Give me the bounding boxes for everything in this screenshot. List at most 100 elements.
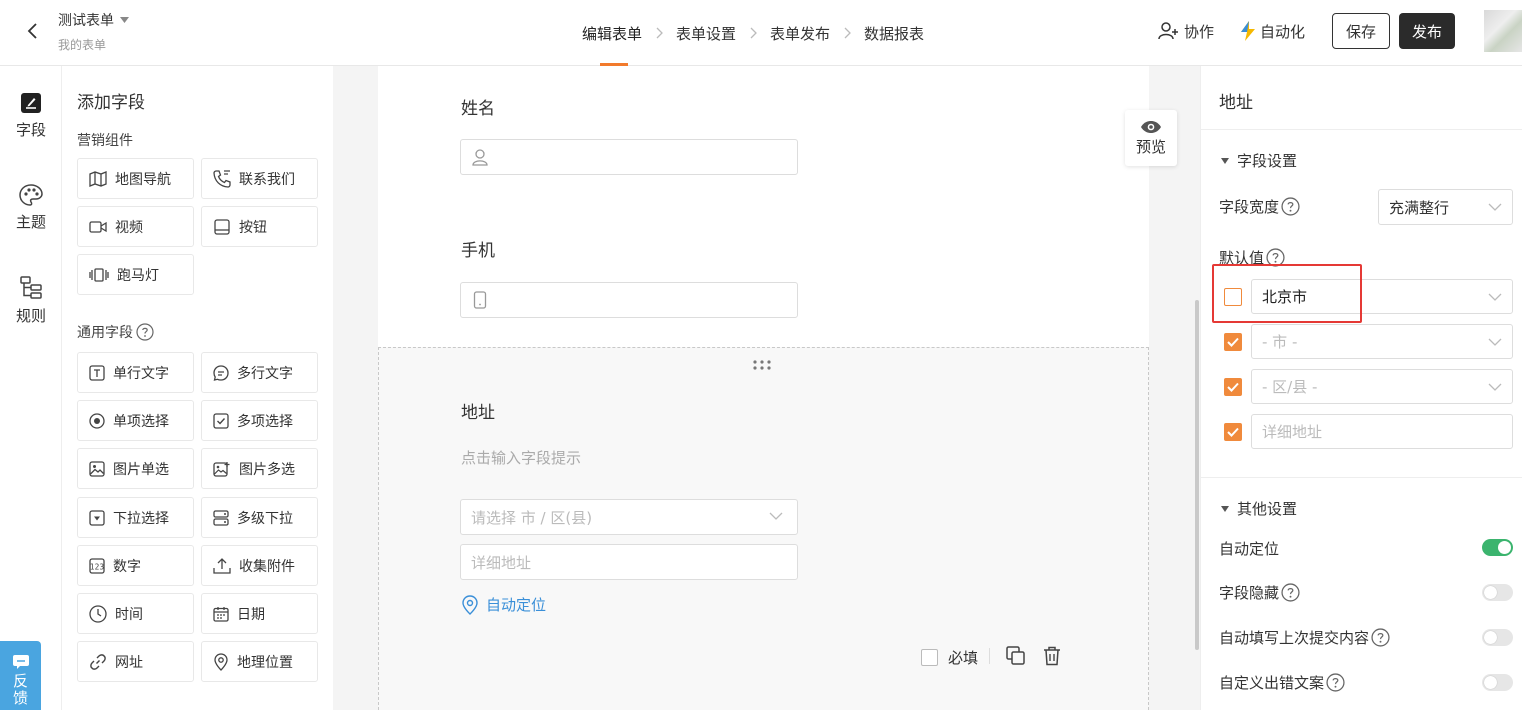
field-time[interactable]: 时间 bbox=[77, 593, 194, 634]
field-cascade-dropdown[interactable]: 多级下拉 bbox=[201, 497, 318, 538]
copy-icon[interactable] bbox=[1006, 646, 1026, 666]
help-icon[interactable] bbox=[1281, 583, 1300, 602]
drag-handle-icon[interactable] bbox=[753, 360, 771, 370]
field-location[interactable]: 地理位置 bbox=[201, 641, 318, 682]
message-icon bbox=[12, 655, 29, 669]
form-sheet: 姓名 手机 地址 点击输入字段提示 请选择 市 / 区(县) 详细地址 自动定位 bbox=[378, 66, 1177, 710]
field-width-select[interactable]: 充满整行 bbox=[1378, 189, 1513, 225]
palette-icon bbox=[19, 184, 43, 206]
field-single-line-text[interactable]: 单行文字 bbox=[77, 352, 194, 393]
auto-locate-link[interactable]: 自动定位 bbox=[461, 594, 546, 615]
help-icon[interactable] bbox=[1326, 673, 1345, 692]
custom-error-toggle[interactable] bbox=[1482, 674, 1513, 691]
tab-data-report[interactable]: 数据报表 bbox=[864, 0, 924, 66]
field-marquee[interactable]: 跑马灯 bbox=[77, 254, 194, 295]
field-width-text: 字段宽度 bbox=[1219, 198, 1280, 216]
hierarchy-icon bbox=[20, 276, 42, 300]
other-settings-section[interactable]: 其他设置 bbox=[1221, 498, 1297, 519]
trash-icon[interactable] bbox=[1043, 646, 1061, 666]
field-image-single[interactable]: 图片单选 bbox=[77, 448, 194, 489]
field-url[interactable]: 网址 bbox=[77, 641, 194, 682]
autofill-toggle[interactable] bbox=[1482, 629, 1513, 646]
help-icon[interactable] bbox=[1371, 628, 1390, 647]
field-button[interactable]: 按钮 bbox=[201, 206, 318, 247]
default-detail-input[interactable]: 详细地址 bbox=[1251, 414, 1513, 449]
toggle-label-autofill: 自动填写上次提交内容 bbox=[1219, 627, 1390, 648]
field-attachment[interactable]: 收集附件 bbox=[201, 545, 318, 586]
form-title-text: 测试表单 bbox=[58, 13, 114, 29]
rail-label-theme: 主题 bbox=[15, 213, 46, 231]
highlight-annotation-box bbox=[1212, 264, 1362, 323]
video-icon bbox=[89, 220, 107, 234]
phone-input[interactable] bbox=[460, 282, 798, 318]
default-city-checkbox[interactable] bbox=[1224, 333, 1242, 351]
address-detail-input[interactable]: 详细地址 bbox=[460, 544, 798, 580]
default-city-select[interactable]: - 市 - bbox=[1251, 324, 1513, 359]
name-input[interactable] bbox=[460, 139, 798, 175]
add-field-panel: 添加字段 营销组件 地图导航 联系我们 视频 按钮 跑马灯 通用字段 单行文字 … bbox=[63, 66, 333, 710]
address-region-select[interactable]: 请选择 市 / 区(县) bbox=[460, 499, 798, 535]
tab-form-publish[interactable]: 表单发布 bbox=[770, 0, 830, 66]
address-hint[interactable]: 点击输入字段提示 bbox=[461, 447, 581, 468]
field-date[interactable]: 日期 bbox=[201, 593, 318, 634]
hide-field-toggle[interactable] bbox=[1482, 584, 1513, 601]
rail-item-theme[interactable]: 主题 bbox=[0, 184, 62, 232]
avatar[interactable] bbox=[1484, 10, 1522, 52]
auto-locate-toggle[interactable] bbox=[1482, 539, 1513, 556]
link-icon bbox=[89, 653, 107, 671]
required-checkbox[interactable]: 必填 bbox=[921, 647, 978, 668]
field-video[interactable]: 视频 bbox=[77, 206, 194, 247]
address-field-card[interactable]: 地址 点击输入字段提示 请选择 市 / 区(县) 详细地址 自动定位 必填 bbox=[378, 347, 1149, 710]
field-label: 单项选择 bbox=[113, 413, 169, 430]
field-contact-us[interactable]: 联系我们 bbox=[201, 158, 318, 199]
field-label: 收集附件 bbox=[239, 558, 295, 575]
field-settings-section[interactable]: 字段设置 bbox=[1221, 150, 1297, 171]
field-image-multi[interactable]: 图片多选 bbox=[201, 448, 318, 489]
save-button[interactable]: 保存 bbox=[1331, 13, 1390, 49]
rail-item-fields[interactable]: 字段 bbox=[0, 92, 62, 140]
preview-button[interactable]: 预览 bbox=[1125, 110, 1177, 166]
tab-edit-form[interactable]: 编辑表单 bbox=[582, 0, 642, 66]
stacked-rows-icon bbox=[213, 509, 229, 526]
default-district-select[interactable]: - 区/县 - bbox=[1251, 369, 1513, 404]
collab-button[interactable]: 协作 bbox=[1158, 21, 1214, 42]
default-detail-checkbox[interactable] bbox=[1224, 423, 1242, 441]
automation-button[interactable]: 自动化 bbox=[1240, 21, 1305, 42]
field-width-value: 充满整行 bbox=[1389, 198, 1450, 217]
dropdown-icon bbox=[89, 509, 105, 526]
action-divider bbox=[989, 648, 990, 664]
default-detail-placeholder: 详细地址 bbox=[1262, 423, 1323, 441]
field-map-nav[interactable]: 地图导航 bbox=[77, 158, 194, 199]
field-multi-line-text[interactable]: 多行文字 bbox=[201, 352, 318, 393]
form-breadcrumb[interactable]: 我的表单 bbox=[58, 36, 106, 53]
field-label: 地理位置 bbox=[237, 654, 293, 671]
toggle-text: 自动填写上次提交内容 bbox=[1219, 629, 1370, 647]
required-checkbox-box[interactable] bbox=[921, 649, 938, 666]
field-label: 数字 bbox=[113, 558, 141, 575]
canvas-scrollbar[interactable] bbox=[1195, 300, 1199, 650]
automation-label: 自动化 bbox=[1259, 22, 1305, 41]
back-arrow-icon[interactable] bbox=[22, 20, 44, 42]
edit-note-icon bbox=[20, 92, 42, 114]
feedback-label: 反馈 bbox=[11, 673, 29, 707]
form-title[interactable]: 测试表单 bbox=[58, 10, 129, 30]
feedback-button[interactable]: 反馈 bbox=[0, 641, 41, 710]
calendar-icon bbox=[213, 606, 229, 622]
field-label: 下拉选择 bbox=[113, 510, 169, 527]
help-icon[interactable] bbox=[1281, 197, 1300, 216]
lightning-icon bbox=[1240, 21, 1256, 41]
field-single-choice[interactable]: 单项选择 bbox=[77, 400, 194, 441]
field-label: 网址 bbox=[115, 654, 143, 671]
rail-label-fields: 字段 bbox=[15, 121, 46, 139]
help-icon[interactable] bbox=[136, 323, 154, 341]
publish-button[interactable]: 发布 bbox=[1398, 13, 1455, 49]
default-district-checkbox[interactable] bbox=[1224, 378, 1242, 396]
field-multi-choice[interactable]: 多项选择 bbox=[201, 400, 318, 441]
rail-item-rules[interactable]: 规则 bbox=[0, 276, 62, 326]
toggle-text: 字段隐藏 bbox=[1219, 584, 1280, 602]
field-number[interactable]: 123 数字 bbox=[77, 545, 194, 586]
chevron-right-icon bbox=[830, 27, 864, 39]
location-pin-icon bbox=[213, 652, 229, 671]
tab-form-settings[interactable]: 表单设置 bbox=[676, 0, 736, 66]
field-dropdown[interactable]: 下拉选择 bbox=[77, 497, 194, 538]
